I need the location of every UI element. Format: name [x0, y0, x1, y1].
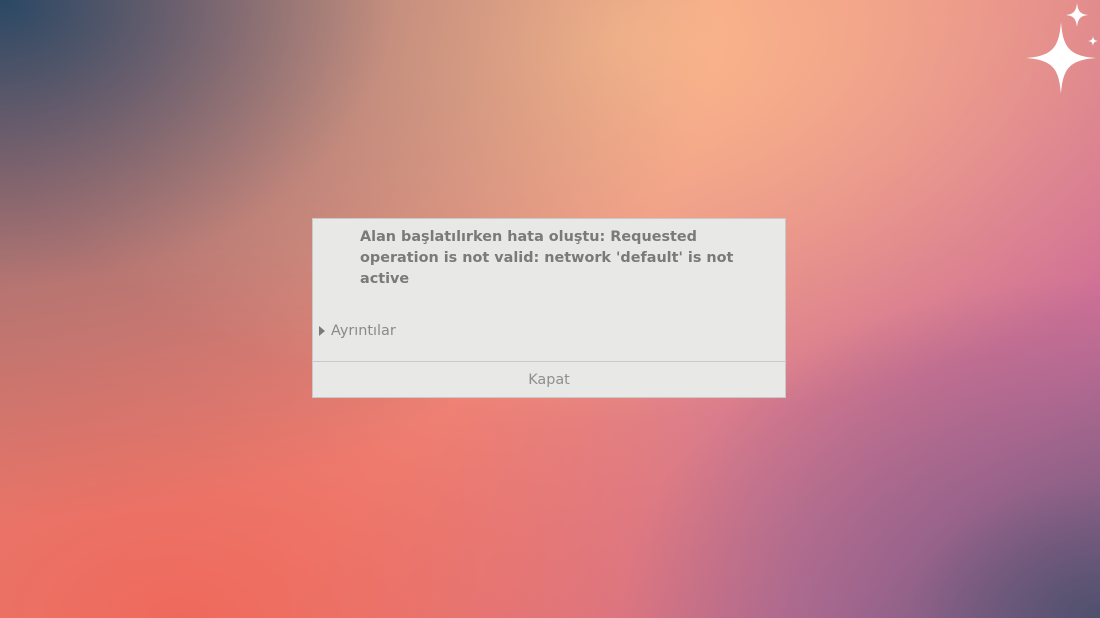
- error-message: Alan başlatılırken hata oluştu: Requeste…: [360, 229, 734, 287]
- error-dialog: Alan başlatılırken hata oluştu: Requeste…: [312, 218, 786, 398]
- large-sparkle-icon: [1026, 22, 1096, 94]
- dialog-button-area: Kapat: [313, 361, 785, 397]
- details-expander[interactable]: Ayrıntılar: [319, 320, 396, 342]
- desktop-background: { "dialog": { "message": "Alan başlatılı…: [0, 0, 1100, 618]
- triangle-right-icon: [319, 326, 325, 336]
- sparkle-icon: [1026, 3, 1098, 94]
- tiny-sparkle-icon: [1088, 36, 1098, 46]
- small-sparkle-icon: [1066, 3, 1088, 27]
- details-label: Ayrıntılar: [331, 323, 396, 339]
- close-button[interactable]: Kapat: [313, 362, 785, 397]
